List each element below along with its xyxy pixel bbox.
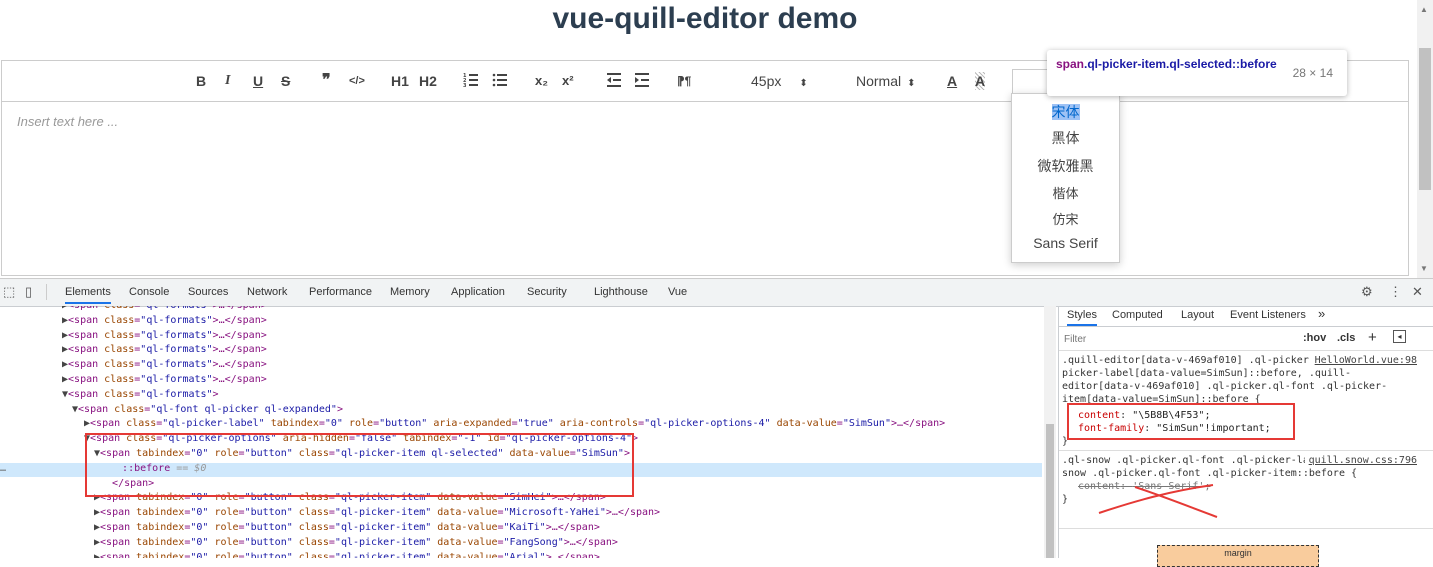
scroll-down-arrow-icon[interactable]: ▼ (1420, 264, 1428, 273)
header-picker-arrows-icon: ⬍ (907, 78, 916, 89)
header-picker[interactable]: Normal ⬍ (856, 72, 916, 90)
header-picker-value: Normal (856, 73, 902, 89)
dom-node-line[interactable]: ▶<span class="ql-formats">…</span> (62, 358, 267, 372)
red-cross-annotation-icon (1098, 484, 1218, 518)
rtl-direction-button[interactable]: ⁋¶ (677, 72, 691, 90)
strike-button[interactable]: S (281, 72, 290, 90)
tooltip-tag: span (1056, 57, 1085, 71)
page-scrollbar-thumb[interactable] (1419, 48, 1431, 190)
tab-sources[interactable]: Sources (188, 286, 228, 298)
font-picker-options: 宋体 黑体 微软雅黑 楷体 仿宋 Sans Serif (1011, 93, 1120, 263)
tab-console[interactable]: Console (129, 286, 169, 298)
svg-text:3: 3 (463, 83, 467, 88)
class-toggle[interactable]: .cls (1337, 332, 1355, 344)
bullet-list-button[interactable] (492, 72, 508, 90)
color-picker[interactable]: A (947, 72, 957, 90)
ordered-list-button[interactable]: 123 (463, 72, 479, 90)
ordered-list-icon: 123 (463, 73, 478, 88)
font-option-simsun[interactable]: 宋体 (1012, 102, 1119, 122)
rule-divider (1059, 528, 1433, 529)
tab-styles[interactable]: Styles (1067, 309, 1097, 326)
outdent-button[interactable] (606, 72, 622, 90)
tooltip-selector: .ql-picker-item.ql-selected::before (1084, 57, 1277, 71)
dom-node-line[interactable]: ▶<span class="ql-formats">…</span> (62, 373, 267, 387)
rule-source-link[interactable]: quill.snow.css:796 (1304, 454, 1417, 467)
font-option-sans-serif[interactable]: Sans Serif (1012, 235, 1119, 251)
device-toolbar-icon[interactable]: ▯ (25, 284, 32, 300)
scroll-up-arrow-icon[interactable]: ▲ (1420, 5, 1428, 14)
new-rule-plus-icon[interactable]: + (1368, 329, 1377, 346)
close-devtools-icon[interactable]: ✕ (1412, 284, 1423, 300)
tooltip-size: 28 × 14 (1292, 66, 1333, 80)
font-option-kaiti[interactable]: 楷体 (1012, 183, 1119, 202)
tab-computed[interactable]: Computed (1112, 309, 1163, 321)
font-option-fangsong[interactable]: 仿宋 (1012, 209, 1119, 228)
dom-node-line[interactable]: ▶<span class="ql-formats">…</span> (62, 306, 267, 313)
dom-node-line[interactable]: ▶<span class="ql-formats">…</span> (62, 314, 267, 328)
dom-scrollbar[interactable] (1044, 306, 1056, 558)
editor-placeholder: Insert text here ... (17, 114, 119, 129)
superscript-button[interactable]: x² (562, 72, 574, 90)
code-button[interactable]: </> (349, 72, 365, 90)
dom-node-line[interactable]: ▶<span class="ql-formats">…</span> (62, 329, 267, 343)
dom-node-line[interactable]: ▶<span class="ql-formats">…</span> (62, 343, 267, 357)
hover-state-toggle[interactable]: :hov (1303, 332, 1326, 344)
underline-button[interactable]: U (253, 72, 263, 90)
dom-scrollbar-thumb[interactable] (1046, 424, 1054, 558)
tab-security[interactable]: Security (527, 286, 567, 298)
highlight-box-styles (1067, 403, 1295, 440)
size-picker-arrows-icon: ⬍ (799, 78, 808, 89)
bullet-list-icon (492, 73, 507, 87)
subscript-button[interactable]: x₂ (535, 72, 548, 90)
size-picker-value: 45px (751, 73, 782, 89)
dom-tree: ▶<span class="ql-formats">…</span> ▶<span… (0, 306, 1042, 558)
dom-node-line[interactable]: ▶<span tabindex="0" role="button" class=… (94, 506, 660, 520)
tab-lighthouse[interactable]: Lighthouse (594, 286, 648, 298)
dom-node-line[interactable]: ▼<span class="ql-font ql-picker ql-expan… (72, 403, 343, 417)
tab-memory[interactable]: Memory (390, 286, 430, 298)
tab-event-listeners[interactable]: Event Listeners (1230, 309, 1306, 321)
toggle-sidebar-icon[interactable]: ◂ (1393, 330, 1406, 343)
tabbar-divider (46, 284, 47, 300)
outdent-icon (607, 73, 621, 87)
dom-node-line[interactable]: ▶<span tabindex="0" role="button" class=… (94, 551, 600, 558)
inspect-tooltip: span.ql-picker-item.ql-selected::before … (1047, 50, 1347, 96)
background-color-picker[interactable]: A (975, 72, 986, 90)
tab-layout[interactable]: Layout (1181, 309, 1214, 321)
styles-divider (1059, 350, 1433, 351)
indent-icon (635, 73, 649, 87)
h2-button[interactable]: H2 (419, 72, 437, 90)
inspect-element-icon[interactable]: ⬚ (3, 284, 15, 300)
h1-button[interactable]: H1 (391, 72, 409, 90)
tab-network[interactable]: Network (247, 286, 287, 298)
dom-node-line[interactable]: ▶<span tabindex="0" role="button" class=… (94, 521, 600, 535)
more-options-icon[interactable]: ⋮ (1389, 284, 1402, 300)
styles-filter-input[interactable] (1060, 331, 1303, 347)
font-option-microsoft-yahei[interactable]: 微软雅黑 (1012, 156, 1119, 176)
dom-node-line[interactable]: ▼<span class="ql-formats"> (62, 388, 219, 402)
blockquote-button[interactable]: ❞ (322, 72, 331, 90)
font-option-label: 宋体 (1051, 104, 1080, 120)
highlight-box-dom (85, 433, 634, 497)
italic-button[interactable]: I (225, 72, 230, 90)
tab-vue[interactable]: Vue (668, 286, 687, 298)
font-option-simhei[interactable]: 黑体 (1012, 128, 1119, 148)
box-model-margin: margin (1157, 545, 1319, 567)
settings-gear-icon[interactable]: ⚙ (1361, 284, 1373, 300)
page-scrollbar[interactable] (1417, 0, 1433, 278)
size-picker[interactable]: 45px ⬍ (751, 72, 808, 90)
indent-button[interactable] (634, 72, 650, 90)
tab-performance[interactable]: Performance (309, 286, 372, 298)
rule-source-link[interactable]: HelloWorld.vue:98 (1310, 354, 1417, 367)
more-tabs-icon[interactable]: » (1318, 306, 1325, 321)
tab-application[interactable]: Application (451, 286, 505, 298)
dom-node-line[interactable]: ▶<span class="ql-picker-label" tabindex=… (84, 417, 945, 431)
bold-button[interactable]: B (196, 72, 206, 90)
page-title: vue-quill-editor demo (552, 2, 858, 35)
tab-elements[interactable]: Elements (65, 286, 111, 304)
rule-divider (1059, 450, 1433, 451)
dom-node-line[interactable]: ▶<span tabindex="0" role="button" class=… (94, 536, 618, 550)
